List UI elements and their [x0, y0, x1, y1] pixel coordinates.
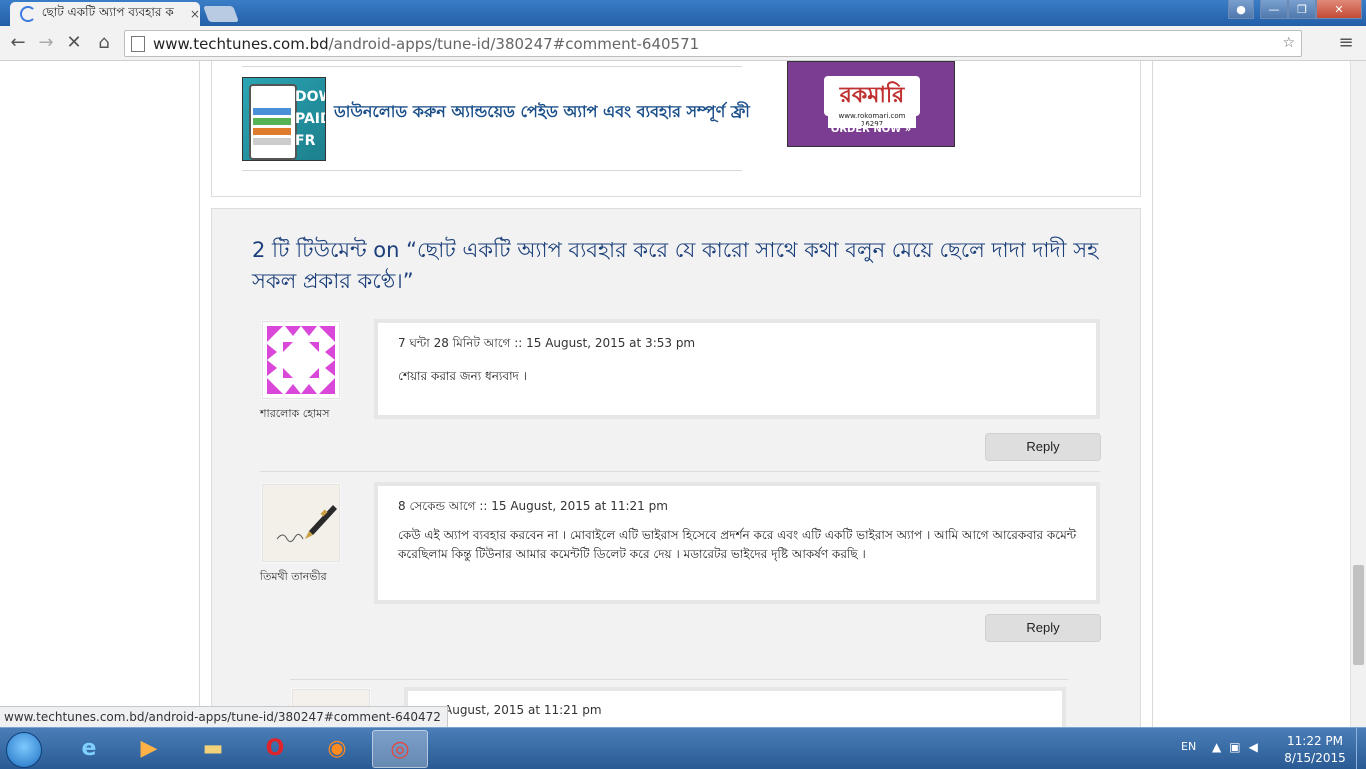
tray-icons[interactable]: ▲▣◀ [1212, 740, 1266, 754]
windows-taskbar: e ▶ ▬ O ◉ ◎ EN ▲▣◀ 11:22 PM 8/15/2015 [0, 727, 1366, 769]
divider [290, 679, 1068, 680]
url-path: /android-apps/tune-id/380247#comment-640… [328, 34, 700, 53]
comments-heading: 2 টি টিউমেন্ট on “ছোট একটি অ্যাপ ব্যবহার… [252, 238, 1099, 293]
tab-title: ছোট একটি অ্যাপ ব্যবহার ক [41, 5, 174, 19]
comment-meta[interactable]: August, 2015 at 11:21 pm [444, 703, 602, 717]
window-controls: — ❐ ✕ [1260, 0, 1362, 20]
stop-button[interactable]: ✕ [62, 32, 86, 53]
new-tab-button[interactable] [203, 6, 239, 22]
content-wrapper: DOW PAID FR ডাউনলোড করুন অ্যান্ডয়েড পেই… [199, 61, 1153, 727]
pen-writing-avatar-icon [263, 485, 339, 561]
home-button[interactable]: ⌂ [92, 32, 116, 53]
comment-meta[interactable]: 8 সেকেন্ড আগে :: 15 August, 2015 at 11:2… [398, 498, 668, 518]
ad-logo: রকমারি [824, 76, 920, 116]
internet-explorer-icon[interactable]: e [62, 730, 116, 766]
firefox-icon[interactable]: ◉ [310, 730, 364, 766]
web-page: DOW PAID FR ডাউনলোড করুন অ্যান্ডয়েড পেই… [0, 61, 1350, 727]
divider [242, 66, 742, 67]
scrollbar-thumb[interactable] [1353, 565, 1364, 665]
user-icon: ● [1228, 0, 1254, 19]
related-post-box: DOW PAID FR ডাউনলোড করুন অ্যান্ডয়েড পেই… [211, 61, 1141, 197]
comment-bubble: August, 2015 at 11:21 pm [404, 687, 1066, 727]
comment-author[interactable]: শারলোক হোমস [260, 405, 330, 424]
file-explorer-icon[interactable]: ▬ [186, 730, 240, 766]
language-indicator[interactable]: EN [1181, 740, 1196, 753]
maximize-button[interactable]: ❐ [1288, 0, 1316, 19]
comment-text: শেয়ার করার জন্য ধন্যবাদ । [398, 369, 527, 383]
comment-bubble: 8 সেকেন্ড আগে :: 15 August, 2015 at 11:2… [374, 482, 1100, 604]
comment-text: কেউ এই অ্যাপ ব্যবহার করবেন না । মোবাইলে … [398, 528, 1077, 561]
loading-spinner-icon [20, 6, 36, 22]
tab-close-button[interactable]: × [190, 7, 200, 21]
related-post-link[interactable]: ডাউনলোড করুন অ্যান্ডয়েড পেইড অ্যাপ এবং … [334, 99, 750, 126]
thumbnail-text: DOW PAID FR [295, 89, 325, 149]
bookmark-star-icon[interactable]: ☆ [1282, 35, 1295, 51]
divider [242, 170, 742, 171]
divider [260, 471, 1100, 472]
minimize-button[interactable]: — [1260, 0, 1288, 19]
avatar[interactable] [262, 484, 340, 562]
clock-time[interactable]: 11:22 PM [1282, 734, 1348, 748]
reply-button[interactable]: Reply [985, 433, 1101, 461]
comment-author[interactable]: তিমথী তানভীর [260, 568, 327, 587]
close-button[interactable]: ✕ [1316, 0, 1362, 19]
identicon-avatar-icon [263, 322, 339, 398]
rokomari-ad-banner[interactable]: রকমারি www.rokomari.com 16297 ORDER NOW … [787, 61, 955, 147]
url-text[interactable]: www.techtunes.com.bd/android-apps/tune-i… [153, 35, 699, 53]
phone-image [249, 84, 297, 160]
clock-date[interactable]: 8/15/2015 [1282, 751, 1348, 765]
comments-section: 2 টি টিউমেন্ট on “ছোট একটি অ্যাপ ব্যবহার… [211, 208, 1141, 727]
reply-button[interactable]: Reply [985, 614, 1101, 642]
related-post-thumbnail[interactable]: DOW PAID FR [242, 77, 326, 161]
media-player-icon[interactable]: ▶ [122, 730, 176, 766]
page-icon [131, 35, 145, 52]
url-host: www.techtunes.com.bd [153, 34, 329, 53]
back-button[interactable]: ← [6, 32, 30, 53]
opera-icon[interactable]: O [248, 730, 302, 766]
start-button[interactable] [6, 732, 42, 768]
page-scrollbar[interactable] [1350, 61, 1366, 727]
window-user-button[interactable]: ● [1228, 0, 1254, 20]
chrome-menu-button[interactable]: ≡ [1334, 32, 1358, 53]
forward-button[interactable]: → [34, 32, 58, 53]
browser-titlebar: ছোট একটি অ্যাপ ব্যবহার ক × ● — ❐ ✕ [0, 0, 1366, 26]
comment-bubble: 7 ঘন্টা 28 মিনিট আগে :: 15 August, 2015 … [374, 319, 1100, 419]
comment-meta[interactable]: 7 ঘন্টা 28 মিনিট আগে :: 15 August, 2015 … [398, 335, 695, 355]
browser-tab[interactable]: ছোট একটি অ্যাপ ব্যবহার ক × [10, 2, 200, 26]
address-bar[interactable]: www.techtunes.com.bd/android-apps/tune-i… [124, 30, 1302, 57]
avatar[interactable] [262, 321, 340, 399]
chrome-icon[interactable]: ◎ [372, 730, 428, 768]
ad-order-now[interactable]: ORDER NOW » [788, 124, 954, 135]
status-bar-url: www.techtunes.com.bd/android-apps/tune-i… [0, 706, 448, 727]
show-desktop-button[interactable] [1356, 728, 1366, 769]
